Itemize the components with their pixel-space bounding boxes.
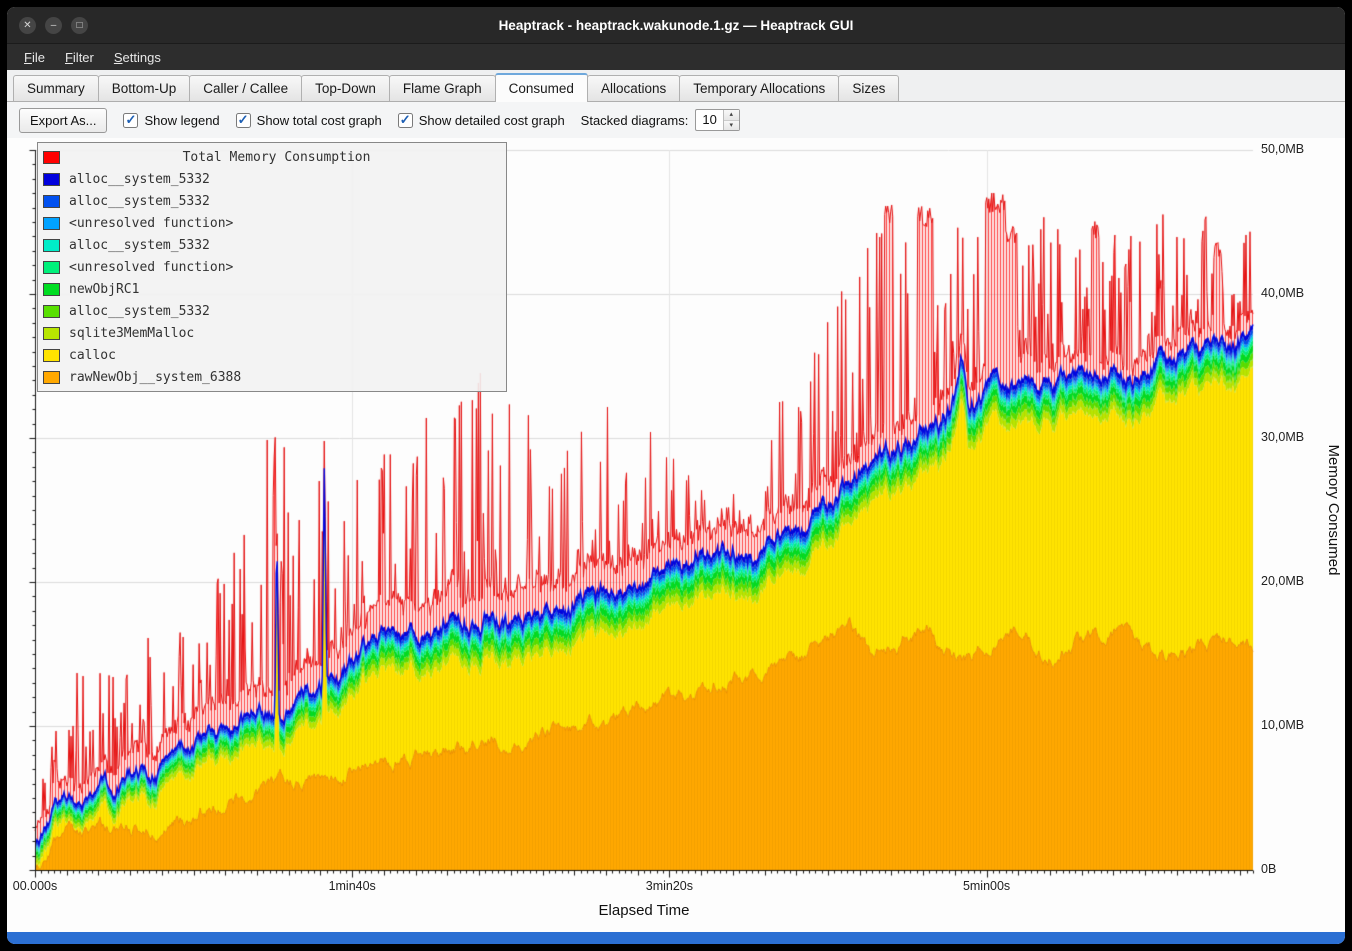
legend-swatch <box>43 327 60 340</box>
checkbox-icon <box>123 113 138 128</box>
checkbox-option[interactable]: Show detailed cost graph <box>398 113 565 128</box>
maximize-icon[interactable]: □ <box>71 17 88 34</box>
legend-row: newObjRC1 <box>43 278 501 300</box>
bottom-strip <box>7 932 1345 944</box>
checkbox-icon <box>398 113 413 128</box>
legend-swatch <box>43 195 60 208</box>
legend-row: alloc__system_5332 <box>43 300 501 322</box>
legend-total-swatch <box>43 151 60 164</box>
legend-label: calloc <box>69 348 116 363</box>
spin-buttons: ▴ ▾ <box>723 110 739 130</box>
checkbox-label: Show total cost graph <box>257 113 382 128</box>
legend-swatch <box>43 371 60 384</box>
legend-row: <unresolved function> <box>43 256 501 278</box>
tab[interactable]: Caller / Callee <box>189 75 302 101</box>
stacked-diagrams-group: Stacked diagrams: 10 ▴ ▾ <box>581 109 740 131</box>
legend-row: sqlite3MemMalloc <box>43 322 501 344</box>
menu-item[interactable]: Settings <box>105 47 170 68</box>
legend-swatch <box>43 261 60 274</box>
checkbox-label: Show detailed cost graph <box>419 113 565 128</box>
tab[interactable]: Allocations <box>587 75 680 101</box>
spin-down-icon[interactable]: ▾ <box>724 120 739 130</box>
legend-label: <unresolved function> <box>69 260 233 275</box>
tab[interactable]: Top-Down <box>301 75 390 101</box>
legend-row: rawNewObj__system_6388 <box>43 366 501 388</box>
spin-up-icon[interactable]: ▴ <box>724 110 739 120</box>
tab[interactable]: Sizes <box>838 75 899 101</box>
y-axis-title: Memory Consumed <box>1325 445 1342 576</box>
tab[interactable]: Bottom-Up <box>98 75 191 101</box>
legend-label: sqlite3MemMalloc <box>69 326 194 341</box>
chart-area: 0B10,0MB20,0MB30,0MB40,0MB50,0MB00.000s1… <box>7 138 1345 932</box>
toolbar: Export As... Show legend Show total cost… <box>7 102 1345 138</box>
tab[interactable]: Temporary Allocations <box>679 75 839 101</box>
legend-label: alloc__system_5332 <box>69 304 210 319</box>
stacked-diagrams-spinbox[interactable]: 10 ▴ ▾ <box>695 109 739 131</box>
legend-label: rawNewObj__system_6388 <box>69 370 241 385</box>
legend-items: alloc__system_5332 alloc__system_5332 <u… <box>43 168 501 388</box>
menu-item[interactable]: File <box>15 47 54 68</box>
window-title: Heaptrack - heaptrack.wakunode.1.gz — He… <box>7 18 1345 33</box>
menubar: File Filter Settings <box>7 43 1345 70</box>
minimize-icon[interactable]: – <box>45 17 62 34</box>
window-controls: ✕ – □ <box>19 17 88 34</box>
legend-swatch <box>43 283 60 296</box>
legend-swatch <box>43 349 60 362</box>
tab[interactable]: Flame Graph <box>389 75 496 101</box>
tab[interactable]: Summary <box>13 75 99 101</box>
legend-row: alloc__system_5332 <box>43 234 501 256</box>
legend-row: <unresolved function> <box>43 212 501 234</box>
checkbox-icon <box>236 113 251 128</box>
x-axis-title: Elapsed Time <box>599 902 690 919</box>
legend-swatch <box>43 239 60 252</box>
checkbox-label: Show legend <box>144 113 219 128</box>
legend-title: Total Memory Consumption <box>69 150 484 165</box>
titlebar: ✕ – □ Heaptrack - heaptrack.wakunode.1.g… <box>7 7 1345 43</box>
tab[interactable]: Consumed <box>495 73 588 102</box>
export-as-button[interactable]: Export As... <box>19 108 107 133</box>
legend-label: newObjRC1 <box>69 282 139 297</box>
legend-row: alloc__system_5332 <box>43 168 501 190</box>
legend-swatch <box>43 217 60 230</box>
legend-row: calloc <box>43 344 501 366</box>
stacked-diagrams-label: Stacked diagrams: <box>581 113 689 128</box>
menu-item[interactable]: Filter <box>56 47 103 68</box>
app-window: ✕ – □ Heaptrack - heaptrack.wakunode.1.g… <box>6 6 1346 945</box>
legend-label: alloc__system_5332 <box>69 172 210 187</box>
legend-row: alloc__system_5332 <box>43 190 501 212</box>
chart-legend: Total Memory Consumption alloc__system_5… <box>37 142 507 392</box>
stacked-diagrams-value[interactable]: 10 <box>696 110 722 130</box>
legend-swatch <box>43 173 60 186</box>
legend-label: alloc__system_5332 <box>69 238 210 253</box>
checkbox-option[interactable]: Show total cost graph <box>236 113 382 128</box>
close-icon[interactable]: ✕ <box>19 17 36 34</box>
legend-label: <unresolved function> <box>69 216 233 231</box>
legend-title-row: Total Memory Consumption <box>43 146 501 168</box>
legend-swatch <box>43 305 60 318</box>
tabbar: Summary Bottom-Up Caller / Callee Top-Do… <box>7 70 1345 102</box>
toolbar-checkboxes: Show legend Show total cost graph Show d… <box>123 113 564 128</box>
checkbox-option[interactable]: Show legend <box>123 113 219 128</box>
legend-label: alloc__system_5332 <box>69 194 210 209</box>
